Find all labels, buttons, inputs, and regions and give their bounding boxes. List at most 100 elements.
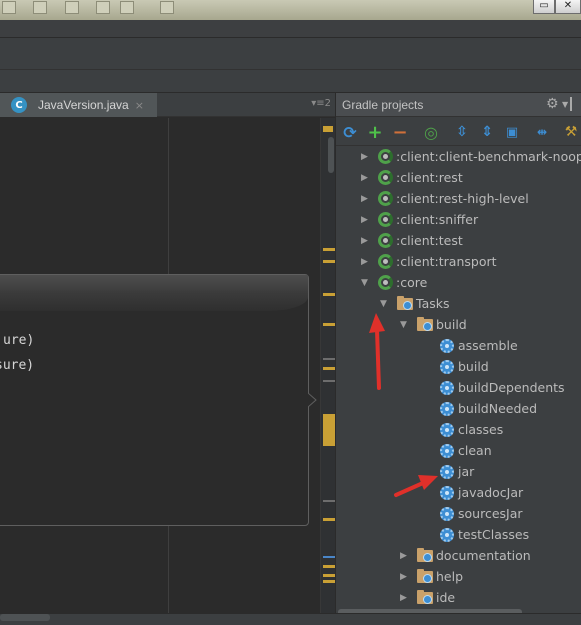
tree-node-task[interactable]: javadocJar [440, 482, 523, 503]
tree-node-task[interactable]: classes [440, 419, 503, 440]
attach-project-icon[interactable]: ▣ [503, 123, 521, 141]
collapse-all-icon[interactable]: ⇕ [478, 123, 496, 141]
settings-icon[interactable]: ⚒ [562, 123, 580, 141]
expand-icon[interactable]: ▶ [361, 152, 371, 162]
window-titlebar: ▭ ✕ [0, 0, 581, 20]
hide-panel-icon[interactable] [570, 97, 581, 111]
tree-node-project[interactable]: ▶ :client:sniffer [361, 209, 478, 230]
tree-node-project[interactable]: ▶ :client:test [361, 230, 463, 251]
tree-node-project[interactable]: ▶ :client:client-benchmark-noop-a [361, 146, 581, 167]
tree-node-project[interactable]: ▶ :client:rest-high-level [361, 188, 529, 209]
tab-javaversion[interactable]: C JavaVersion.java × [0, 93, 157, 117]
gear-icon[interactable]: ⚙ [546, 96, 559, 112]
node-label: classes [458, 422, 504, 437]
gradle-project-icon [378, 170, 393, 185]
expand-icon[interactable]: ▶ [400, 572, 410, 582]
tree-node-folder[interactable]: ▼ Tasks [380, 293, 450, 314]
tree-node-task[interactable]: clean [440, 440, 492, 461]
tab-list-icon[interactable]: ▾≡2 [311, 98, 331, 109]
titlebar-icon [96, 1, 110, 14]
node-label: Tasks [416, 296, 450, 311]
tree-node-folder[interactable]: ▶ help [400, 566, 463, 587]
editor-scrollbar[interactable] [328, 137, 334, 173]
refresh-icon[interactable]: ⟳ [341, 123, 359, 142]
completion-popup: ure) sure) [0, 274, 309, 526]
warning-marker[interactable] [323, 414, 335, 446]
expand-all-icon[interactable]: ⇳ [453, 123, 471, 141]
expand-icon[interactable]: ▶ [361, 173, 371, 183]
change-marker[interactable] [323, 556, 335, 558]
tree-node-folder[interactable]: ▶ documentation [400, 545, 531, 566]
tree-node-project[interactable]: ▼ :core [361, 272, 427, 293]
collapse-icon[interactable]: ▼ [380, 299, 390, 309]
tree-node-task[interactable]: testClasses [440, 524, 529, 545]
warning-marker[interactable] [323, 518, 335, 521]
tree-node-folder[interactable]: ▼ build [400, 314, 467, 335]
gradle-project-icon [378, 149, 393, 164]
info-marker[interactable] [323, 500, 335, 502]
menu-area [0, 38, 581, 70]
tree-node-task[interactable]: jar [440, 461, 474, 482]
tree-horizontal-scrollbar[interactable] [338, 609, 522, 613]
warning-marker[interactable] [323, 293, 335, 296]
expand-icon[interactable]: ▶ [400, 551, 410, 561]
collapse-icon[interactable]: ▼ [400, 320, 410, 330]
node-label: testClasses [458, 527, 530, 542]
gear-icon [440, 338, 454, 353]
gear-icon [440, 359, 454, 374]
expand-icon[interactable]: ▶ [400, 593, 410, 603]
node-label: javadocJar [458, 485, 524, 500]
node-label: jar [458, 464, 475, 479]
navigation-bar [0, 70, 581, 93]
popup-text-line: sure) [0, 358, 35, 373]
editor-horizontal-scrollbar[interactable] [0, 614, 50, 621]
restore-button[interactable]: ▭ [533, 0, 555, 14]
expand-icon[interactable]: ▶ [361, 215, 371, 225]
popup-pointer-icon [308, 393, 317, 407]
expand-icon[interactable]: ▶ [361, 257, 371, 267]
info-marker[interactable] [323, 380, 335, 382]
tree-node-task[interactable]: assemble [440, 335, 518, 356]
popup-header [0, 275, 308, 311]
remove-icon[interactable]: − [391, 122, 409, 143]
warning-marker[interactable] [323, 260, 335, 263]
node-label: documentation [436, 548, 531, 563]
toggle-offline-icon[interactable]: ⇹ [533, 123, 551, 141]
gear-icon [440, 464, 454, 479]
collapse-icon[interactable]: ▼ [361, 278, 371, 288]
close-window-button[interactable]: ✕ [555, 0, 581, 14]
titlebar-icon [33, 1, 47, 14]
tree-node-task[interactable]: buildNeeded [440, 398, 537, 419]
tree-node-task[interactable]: build [440, 356, 489, 377]
close-icon[interactable]: × [135, 99, 144, 112]
window-controls: ▭ ✕ [533, 0, 581, 15]
editor-tab-bar: C JavaVersion.java × ▾≡2 [0, 93, 335, 117]
tree-node-folder[interactable]: ▶ ide [400, 587, 455, 608]
warning-marker[interactable] [323, 565, 335, 568]
tree-node-project[interactable]: ▶ :client:rest [361, 167, 463, 188]
main-toolbar [0, 20, 581, 38]
task-folder-icon [417, 568, 433, 583]
tree-node-project[interactable]: ▶ :client:transport [361, 251, 497, 272]
tree-node-task[interactable]: buildDependents [440, 377, 565, 398]
warning-marker[interactable] [323, 248, 335, 251]
warning-marker[interactable] [323, 367, 335, 370]
error-stripe[interactable] [320, 118, 335, 613]
warning-marker[interactable] [323, 580, 335, 583]
chevron-down-icon[interactable]: ▼ [562, 100, 568, 109]
titlebar-icon [2, 1, 16, 14]
gear-icon [440, 506, 454, 521]
expand-icon[interactable]: ▶ [361, 194, 371, 204]
execute-task-icon[interactable]: ◎ [422, 123, 440, 142]
warning-marker[interactable] [323, 574, 335, 577]
node-label: :client:rest [396, 170, 463, 185]
warning-marker[interactable] [323, 126, 333, 132]
task-folder-icon [417, 589, 433, 604]
tree-node-task[interactable]: sourcesJar [440, 503, 523, 524]
warning-marker[interactable] [323, 323, 335, 326]
expand-icon[interactable]: ▶ [361, 236, 371, 246]
add-icon[interactable]: + [366, 122, 384, 143]
info-marker[interactable] [323, 358, 335, 360]
gradle-project-icon [378, 191, 393, 206]
gear-icon [440, 485, 454, 500]
